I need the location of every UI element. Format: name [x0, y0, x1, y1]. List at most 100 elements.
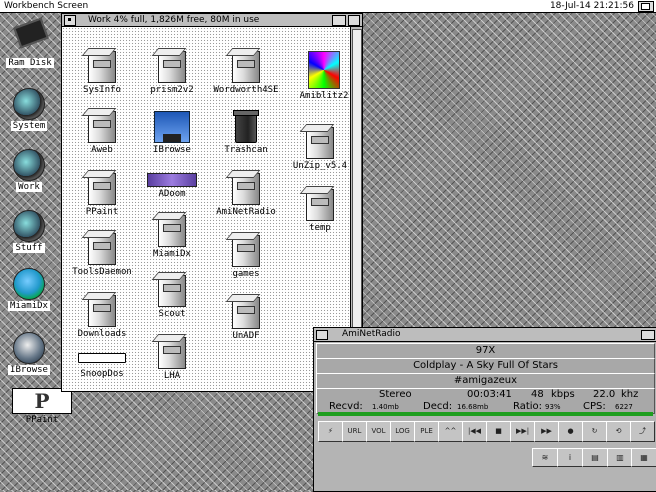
view-mode-3-button[interactable]: ▦ — [631, 448, 656, 467]
desktop-icon-label: Stuff — [13, 243, 45, 253]
desktop-icon-work[interactable]: Work — [1, 149, 57, 192]
drawer-icon — [88, 51, 116, 83]
desktop-icon-ibrowse[interactable]: IBrowse — [1, 332, 57, 375]
track-title: Coldplay - A Sky Full Of Stars — [413, 360, 558, 371]
url-button[interactable]: URL — [342, 421, 367, 442]
buffer-progress-bar — [318, 412, 653, 416]
previous-button[interactable]: |◀◀ — [462, 421, 487, 442]
depth-gadget-icon[interactable] — [641, 330, 655, 340]
harddisk-icon — [13, 210, 45, 242]
file-icon-wordworth[interactable]: Wordworth4SE — [206, 51, 286, 95]
screen-clock: 18-Jul-14 21:21:56 — [549, 1, 634, 11]
work-window-titlebar[interactable]: Work 4% full, 1,826M free, 80M in use — [62, 14, 362, 27]
ibrowse-icon — [154, 111, 190, 143]
desktop-icon-label: System — [10, 121, 48, 131]
log-button[interactable]: LOG — [390, 421, 415, 442]
desktop-icon-stuff[interactable]: Stuff — [1, 210, 57, 253]
file-icon-adoom[interactable]: ADoom — [132, 173, 212, 199]
equalizer-button[interactable]: ≋ — [532, 448, 558, 467]
file-icon-label: games — [232, 269, 260, 279]
drawer-icon — [88, 111, 116, 143]
desktop-icon-label: PPaint — [25, 415, 59, 425]
record-button[interactable]: ● — [558, 421, 583, 442]
desktop-icon-miamidx[interactable]: MiamiDx — [1, 268, 57, 311]
close-gadget-icon[interactable] — [64, 15, 76, 26]
file-icon-prism2v2[interactable]: prism2v2 — [132, 51, 212, 95]
file-icon-label: AmiNetRadio — [216, 207, 276, 217]
playlist-editor-button[interactable]: PLE — [414, 421, 439, 442]
desktop-icon-label: Ram Disk — [6, 58, 54, 68]
view-mode-2-button[interactable]: ▥ — [607, 448, 633, 467]
station-name: 97X — [475, 345, 496, 356]
drawer-icon — [158, 215, 186, 247]
close-gadget-icon[interactable] — [316, 330, 328, 340]
zoom-gadget-icon[interactable] — [348, 15, 360, 26]
stop-button[interactable]: ■ — [486, 421, 511, 442]
play-time: 00:03:41 — [467, 389, 512, 400]
file-icon-unadf[interactable]: UnADF — [206, 297, 286, 341]
file-icon-label: temp — [309, 223, 331, 233]
desktop-icon-label: Work — [16, 182, 42, 192]
desktop-icon-ppaint[interactable]: P PPaint — [10, 388, 74, 425]
file-icon-miamidx[interactable]: MiamiDx — [132, 215, 212, 259]
repeat-button[interactable]: ⟲ — [606, 421, 631, 442]
view-mode-1-button[interactable]: ▤ — [582, 448, 608, 467]
screen-title-bar[interactable]: Workbench Screen 18-Jul-14 21:21:56 — [0, 0, 656, 13]
file-icon-label: Wordworth4SE — [213, 85, 279, 95]
file-icon-label: prism2v2 — [150, 85, 194, 95]
file-icon-aweb[interactable]: Aweb — [62, 111, 142, 155]
next-button[interactable]: ▶▶| — [510, 421, 535, 442]
drawer-icon — [158, 337, 186, 369]
harddisk-icon — [13, 149, 45, 181]
desktop-icon-system[interactable]: System — [1, 88, 57, 131]
file-icon-label: Scout — [158, 309, 186, 319]
work-window-title: Work 4% full, 1,826M free, 80M in use — [88, 15, 260, 25]
drawer-icon — [158, 275, 186, 307]
info-button[interactable]: i — [557, 448, 583, 467]
file-icon-label: UnZip_v5.4 — [292, 161, 348, 171]
file-icon-trashcan[interactable]: Trashcan — [206, 110, 286, 155]
stream-stats-panel: Stereo 00:03:41 48 kbps 22.0 khz Recvd: … — [316, 388, 655, 414]
drawer-icon — [88, 233, 116, 265]
aminetradio-window[interactable]: AmiNetRadio 97X Coldplay - A Sky Full Of… — [313, 327, 656, 492]
drawer-icon — [158, 51, 186, 83]
trashcan-icon — [233, 110, 259, 143]
drawer-icon — [232, 297, 260, 329]
fast-forward-button[interactable]: ▶▶ — [534, 421, 559, 442]
audio-mode: Stereo — [379, 389, 412, 400]
channel-name: #amigazeux — [453, 375, 518, 386]
ibrowse-globe-icon — [13, 332, 45, 364]
drawer-icon — [306, 189, 334, 221]
file-icon-downloads[interactable]: Downloads — [62, 295, 142, 339]
file-icon-label: PPaint — [85, 207, 119, 217]
file-icon-ibrowse[interactable]: IBrowse — [132, 111, 212, 155]
file-icon-scout[interactable]: Scout — [132, 275, 212, 319]
refresh-button[interactable]: ↻ — [582, 421, 607, 442]
eject-button[interactable]: ⤴ — [630, 421, 655, 442]
aminetradio-title: AmiNetRadio — [342, 329, 401, 339]
connect-button[interactable]: ⚡ — [318, 421, 343, 442]
aminetradio-titlebar[interactable]: AmiNetRadio — [314, 328, 656, 342]
bitrate-value: 48 — [531, 389, 544, 400]
waveform-button[interactable]: ^^ — [438, 421, 463, 442]
file-icon-label: UnADF — [232, 331, 260, 341]
scrollbar-knob[interactable] — [352, 29, 362, 371]
file-icon-ppaint[interactable]: PPaint — [62, 173, 142, 217]
file-icon-aminetradio[interactable]: AmiNetRadio — [206, 173, 286, 217]
file-icon-snoopdos[interactable]: SnoopDos — [62, 347, 142, 379]
volume-button[interactable]: VOL — [366, 421, 391, 442]
file-icon-label: SysInfo — [83, 85, 121, 95]
file-icon-games[interactable]: games — [206, 235, 286, 279]
file-icon-toolsdaemon[interactable]: ToolsDaemon — [62, 233, 142, 277]
desktop-icon-ram-disk[interactable]: Ram Disk — [2, 17, 58, 68]
file-icon-label: MiamiDx — [153, 249, 191, 259]
screen-depth-gadget[interactable] — [638, 1, 654, 12]
snoopdos-icon — [78, 353, 126, 363]
file-icon-unzip[interactable]: UnZip_v5.4 — [280, 127, 360, 171]
depth-gadget-icon[interactable] — [332, 15, 346, 26]
channel-display: #amigazeux — [316, 373, 655, 389]
adoom-icon — [147, 173, 197, 187]
file-icon-temp[interactable]: temp — [280, 189, 360, 233]
file-icon-lha[interactable]: LHA — [132, 337, 212, 381]
file-icon-sysinfo[interactable]: SysInfo — [62, 51, 142, 95]
